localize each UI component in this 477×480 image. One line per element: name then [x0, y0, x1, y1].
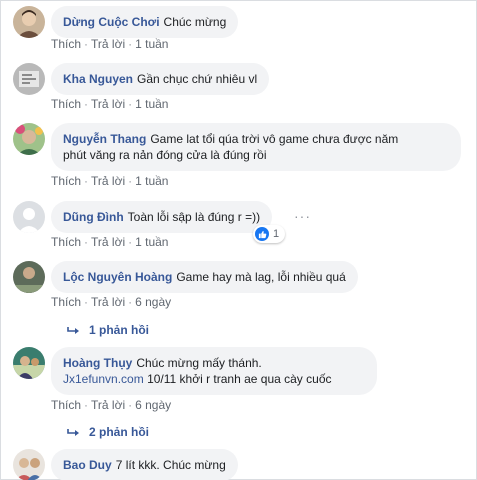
comment-actions: Thích · Trả lời · 1 tuần: [51, 235, 168, 249]
separator: ·: [128, 235, 133, 249]
comment-actions: Thích · Trả lời · 6 ngày: [51, 398, 171, 412]
comment-bubble: Dừng Cuộc Chơi Chúc mừng: [51, 6, 239, 38]
separator: ·: [84, 295, 89, 309]
avatar[interactable]: [13, 347, 45, 379]
avatar[interactable]: [13, 63, 45, 95]
comment-timestamp[interactable]: 1 tuần: [135, 37, 168, 51]
comment-actions: Thích · Trả lời · 1 tuần: [51, 174, 168, 188]
separator: ·: [128, 398, 133, 412]
comment-section: Dừng Cuộc Chơi Chúc mừng Thích · Trả lời · 1 …: [0, 0, 477, 480]
like-link[interactable]: Thích: [51, 295, 81, 309]
separator: ·: [128, 174, 133, 188]
comment-bubble: Kha Nguyen Gần chục chứ nhiêu vl: [51, 63, 270, 95]
comment-timestamp[interactable]: 1 tuần: [135, 97, 168, 111]
comment-bubble: Dũng Đình Toàn lỗi sập là đúng r =)): [51, 201, 273, 233]
comment-timestamp[interactable]: 6 ngày: [135, 398, 171, 412]
like-link[interactable]: Thích: [51, 398, 81, 412]
replies-count[interactable]: 2 phản hồi: [89, 425, 149, 439]
avatar[interactable]: [13, 6, 45, 38]
separator: ·: [128, 37, 133, 51]
comment-author[interactable]: Dũng Đình: [63, 210, 124, 224]
comment-author[interactable]: Dừng Cuộc Chơi: [63, 15, 160, 29]
reply-link[interactable]: Trả lời: [91, 398, 125, 412]
comment-link[interactable]: Jx1efunvn.com: [63, 372, 144, 386]
like-link[interactable]: Thích: [51, 174, 81, 188]
more-options-icon[interactable]: ···: [294, 208, 311, 224]
reply-link[interactable]: Trả lời: [91, 37, 125, 51]
comment-bubble: Nguyễn Thang Game lat tổi qúa trời vô gam…: [51, 123, 461, 171]
reply-link[interactable]: Trả lời: [91, 174, 125, 188]
reaction-count: 1: [273, 228, 280, 240]
comment-text: Toàn lỗi sập là đúng r =)): [127, 210, 261, 224]
replies-count[interactable]: 1 phản hồi: [89, 323, 149, 337]
like-link[interactable]: Thích: [51, 97, 81, 111]
reply-link[interactable]: Trả lời: [91, 295, 125, 309]
comment-bubble: Bao Duy 7 lít kkk. Chúc mừng: [51, 449, 238, 480]
comment-author[interactable]: Lộc Nguyên Hoàng: [63, 270, 172, 284]
view-replies-link[interactable]: 1 phản hồi: [67, 323, 149, 337]
like-link[interactable]: Thích: [51, 235, 81, 249]
comment-text-line2: 10/11 khởi r tranh ae qua cày cuốc: [147, 372, 332, 386]
comment-author[interactable]: Hoàng Thụy: [63, 356, 132, 370]
comment-author[interactable]: Bao Duy: [63, 458, 112, 472]
reaction-badge[interactable]: 1: [253, 225, 286, 243]
avatar[interactable]: [13, 201, 45, 233]
comment-text: Gần chục chứ nhiêu vl: [137, 72, 258, 86]
separator: ·: [84, 37, 89, 51]
comment-text-line1: Chúc mừng mấy thánh.: [136, 356, 262, 370]
comment-actions: Thích · Trả lời · 1 tuần: [51, 37, 168, 51]
comment-text: 7 lít kkk. Chúc mừng: [115, 458, 226, 472]
comment-timestamp[interactable]: 1 tuần: [135, 235, 168, 249]
separator: ·: [84, 398, 89, 412]
comment-author[interactable]: Nguyễn Thang: [63, 132, 146, 146]
reply-arrow-icon: [67, 428, 79, 436]
comment-bubble: Hoàng Thụy Chúc mừng mấy thánh. Jx1efunvn.…: [51, 347, 377, 395]
avatar[interactable]: [13, 261, 45, 293]
reply-arrow-icon: [67, 326, 79, 334]
reply-link[interactable]: Trả lời: [91, 97, 125, 111]
like-reaction-icon: [255, 227, 269, 241]
reply-link[interactable]: Trả lời: [91, 235, 125, 249]
comment-author[interactable]: Kha Nguyen: [63, 72, 133, 86]
avatar[interactable]: [13, 123, 45, 155]
comment-actions: Thích · Trả lời · 6 ngày: [51, 295, 171, 309]
comment-timestamp[interactable]: 6 ngày: [135, 295, 171, 309]
like-link[interactable]: Thích: [51, 37, 81, 51]
view-replies-link[interactable]: 2 phản hồi: [67, 425, 149, 439]
comment-text: Game hay mà lag, lỗi nhiều quá: [176, 270, 346, 284]
comment-text: Chúc mừng: [163, 15, 227, 29]
comment-bubble: Lộc Nguyên Hoàng Game hay mà lag, lỗi nhi…: [51, 261, 358, 293]
separator: ·: [128, 97, 133, 111]
separator: ·: [128, 295, 133, 309]
separator: ·: [84, 97, 89, 111]
separator: ·: [84, 174, 89, 188]
comment-timestamp[interactable]: 1 tuần: [135, 174, 168, 188]
avatar[interactable]: [13, 449, 45, 480]
comment-actions: Thích · Trả lời · 1 tuần: [51, 97, 168, 111]
comment-text-line1: Game lat tổi qúa trời vô game chưa được …: [150, 132, 399, 146]
comment-text-line2: phút văng ra nản đóng cửa là đúng rồi: [63, 148, 267, 162]
separator: ·: [84, 235, 89, 249]
